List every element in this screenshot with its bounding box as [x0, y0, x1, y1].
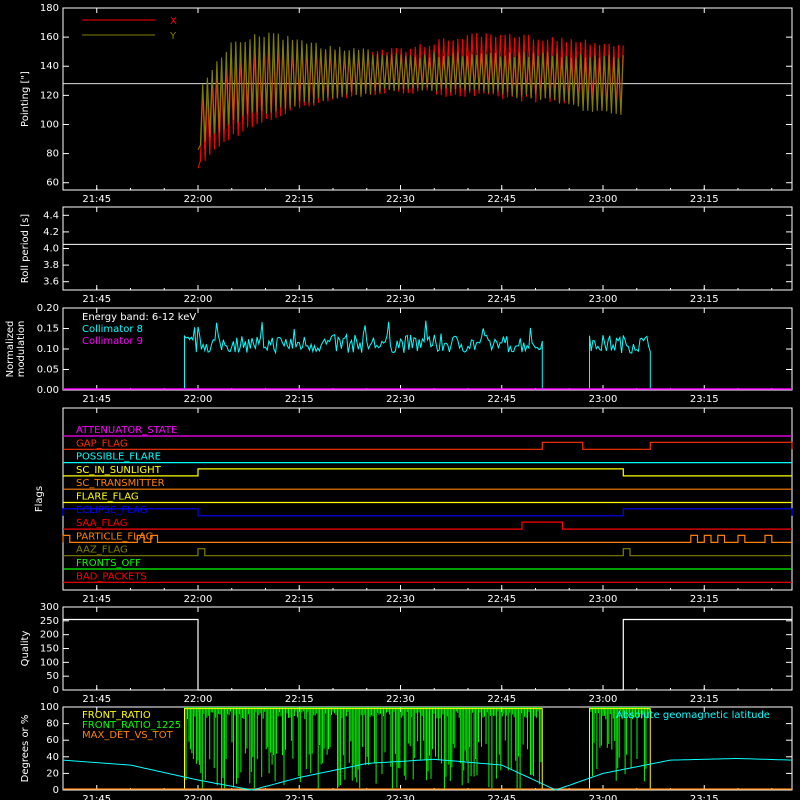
- ratios-legend-latitude: Absolute geomagnetic latitude: [616, 710, 770, 721]
- modulation-y-axis-label: modulation: [16, 321, 27, 378]
- quality-x-tick-label: 22:00: [184, 694, 213, 705]
- flag-label-sc-transmitter: SC_TRANSMITTER: [76, 478, 165, 489]
- roll-y-tick-label: 4.4: [43, 210, 59, 221]
- modulation-legend-2: Collimator 9: [82, 336, 143, 347]
- quality-x-tick-label: 22:30: [386, 694, 415, 705]
- roll-y-tick-label: 3.8: [43, 260, 59, 271]
- flags-x-tick-label: 23:00: [589, 594, 618, 605]
- mission-summary-plots: 21:45 22:00 22:15 22:30 22:45 23:00 23:15 60 80 1…: [0, 0, 800, 800]
- flags-x-tick-label: 22:00: [184, 594, 213, 605]
- pointing-legend-label-x: X: [170, 16, 177, 27]
- pointing-y-tick-label: 100: [40, 119, 59, 130]
- pointing-x-tick-label: 22:00: [184, 194, 213, 205]
- flag-label-gap-flag: GAP_FLAG: [76, 438, 128, 449]
- flags-x-tick-label: 23:15: [690, 594, 719, 605]
- ratios-y-tick-label: 80: [46, 719, 59, 730]
- roll-x-tick-label: 21:45: [82, 294, 111, 305]
- quality-x-tick-label: 22:15: [285, 694, 314, 705]
- pointing-x-tick-label: 22:15: [285, 194, 314, 205]
- ratios-x-tick-label: 23:15: [690, 794, 719, 800]
- roll-y-axis-label: Roll period [s]: [20, 214, 31, 283]
- roll-x-tick-label: 23:00: [589, 294, 618, 305]
- pointing-x-tick-label: 23:00: [589, 194, 618, 205]
- flag-label-flare-flag: FLARE_FLAG: [76, 492, 139, 503]
- ratios-y-tick-label: 60: [46, 735, 59, 746]
- pointing-x-tick-label: 23:15: [690, 194, 719, 205]
- pointing-y-tick-label: 160: [40, 32, 59, 43]
- modulation-x-tick-label: 22:00: [184, 394, 213, 405]
- modulation-y-tick-label: 0.15: [37, 324, 59, 335]
- flag-label-attenuator-state: ATTENUATOR_STATE: [76, 425, 177, 436]
- modulation-legend-1: Collimator 8: [82, 324, 143, 335]
- flag-label-bad-packets: BAD_PACKETS: [76, 571, 147, 582]
- quality-y-tick-label: 0: [53, 685, 59, 696]
- modulation-x-tick-label: 22:45: [487, 394, 516, 405]
- flag-label-saa-flag: SAA_FLAG: [76, 518, 127, 529]
- quality-y-tick-label: 100: [40, 657, 59, 668]
- pointing-y-tick-label: 60: [46, 178, 59, 189]
- modulation-x-tick-label: 22:15: [285, 394, 314, 405]
- modulation-x-tick-label: 23:00: [589, 394, 618, 405]
- flags-y-axis-label: Flags: [34, 486, 45, 512]
- modulation-y-tick-label: 0.00: [37, 385, 59, 396]
- quality-y-tick-label: 50: [46, 671, 59, 682]
- ratios-x-tick-label: 23:00: [589, 794, 618, 800]
- quality-y-tick-label: 300: [40, 602, 59, 613]
- flag-label-possible-flare: POSSIBLE_FLARE: [76, 452, 161, 463]
- ratios-x-tick-label: 22:30: [386, 794, 415, 800]
- modulation-x-tick-label: 21:45: [82, 394, 111, 405]
- pointing-y-tick-label: 140: [40, 61, 59, 72]
- ratios-y-tick-label: 100: [40, 702, 59, 713]
- flag-label-fronts-off: FRONTS_OFF: [76, 558, 141, 569]
- ratios-y-tick-label: 20: [46, 768, 59, 779]
- roll-y-tick-label: 3.6: [43, 277, 59, 288]
- flags-x-tick-label: 22:45: [487, 594, 516, 605]
- roll-x-tick-label: 22:00: [184, 294, 213, 305]
- pointing-y-tick-label: 120: [40, 90, 59, 101]
- roll-x-tick-label: 23:15: [690, 294, 719, 305]
- modulation-y-tick-label: 0.20: [37, 303, 59, 314]
- roll-x-tick-label: 22:45: [487, 294, 516, 305]
- flag-label-particle-flag: PARTICLE_FLAG: [76, 531, 153, 542]
- flag-label-eclipse-flag: ECLIPSE_FLAG: [76, 505, 147, 516]
- ratios-x-tick-label: 22:00: [184, 794, 213, 800]
- modulation-y-tick-label: 0.05: [37, 365, 59, 376]
- roll-y-tick-label: 4.0: [43, 244, 59, 255]
- ratios-x-tick-label: 22:45: [487, 794, 516, 800]
- roll-y-tick-label: 4.2: [43, 227, 59, 238]
- flag-label-sc-in-sunlight: SC_IN_SUNLIGHT: [76, 465, 162, 476]
- quality-x-tick-label: 22:45: [487, 694, 516, 705]
- modulation-x-tick-label: 23:15: [690, 394, 719, 405]
- pointing-legend-label-y: Y: [169, 31, 177, 42]
- roll-x-tick-label: 22:15: [285, 294, 314, 305]
- roll-x-tick-label: 22:30: [386, 294, 415, 305]
- modulation-x-tick-label: 22:30: [386, 394, 415, 405]
- ratios-y-tick-label: 0: [53, 785, 59, 796]
- flags-x-tick-label: 22:15: [285, 594, 314, 605]
- modulation-y-axis-label: Normalized: [5, 321, 16, 378]
- ratios-x-tick-label: 21:45: [82, 794, 111, 800]
- quality-x-tick-label: 23:00: [589, 694, 618, 705]
- quality-y-tick-label: 150: [40, 644, 59, 655]
- quality-x-tick-label: 23:15: [690, 694, 719, 705]
- flags-x-tick-label: 22:30: [386, 594, 415, 605]
- pointing-x-tick-label: 22:30: [386, 194, 415, 205]
- pointing-x-tick-label: 21:45: [82, 194, 111, 205]
- quality-y-tick-label: 200: [40, 630, 59, 641]
- modulation-legend-0: Energy band: 6-12 keV: [82, 312, 196, 323]
- ratios-y-axis-label: Degrees or %: [20, 715, 31, 783]
- ratios-legend-2: MAX_DET_VS_TOT: [82, 730, 174, 741]
- pointing-y-tick-label: 80: [46, 149, 59, 160]
- quality-y-axis-label: Quality: [20, 631, 31, 667]
- pointing-y-axis-label: Pointing ["]: [20, 71, 31, 127]
- ratios-y-tick-label: 40: [46, 752, 59, 763]
- ratios-x-tick-label: 22:15: [285, 794, 314, 800]
- flags-x-tick-label: 21:45: [82, 594, 111, 605]
- quality-x-tick-label: 21:45: [82, 694, 111, 705]
- pointing-x-tick-label: 22:45: [487, 194, 516, 205]
- flag-label-aaz-flag: AAZ_FLAG: [76, 545, 128, 556]
- pointing-y-tick-label: 180: [40, 3, 59, 14]
- modulation-y-tick-label: 0.10: [37, 344, 59, 355]
- quality-y-tick-label: 250: [40, 616, 59, 627]
